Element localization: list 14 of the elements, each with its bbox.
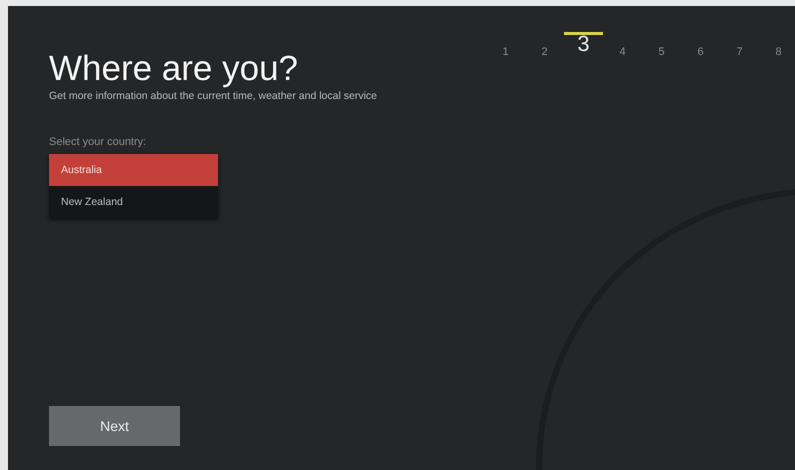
- next-button[interactable]: Next: [49, 406, 180, 446]
- country-option[interactable]: Australia: [49, 154, 218, 186]
- country-label: Select your country:: [49, 136, 146, 148]
- step-number: 8: [774, 45, 783, 59]
- subtitle: Get more information about the current time, weather and local service: [49, 90, 377, 102]
- page-title: Where are you?: [49, 50, 298, 88]
- step-number: 4: [618, 45, 627, 59]
- step-number: 6: [696, 45, 705, 59]
- step-number: 5: [657, 45, 666, 59]
- step-number: 3: [564, 32, 603, 59]
- step-number: 2: [540, 45, 549, 59]
- step-number: 7: [735, 45, 744, 59]
- country-option[interactable]: New Zealand: [49, 186, 218, 218]
- step-number: 1: [501, 45, 510, 59]
